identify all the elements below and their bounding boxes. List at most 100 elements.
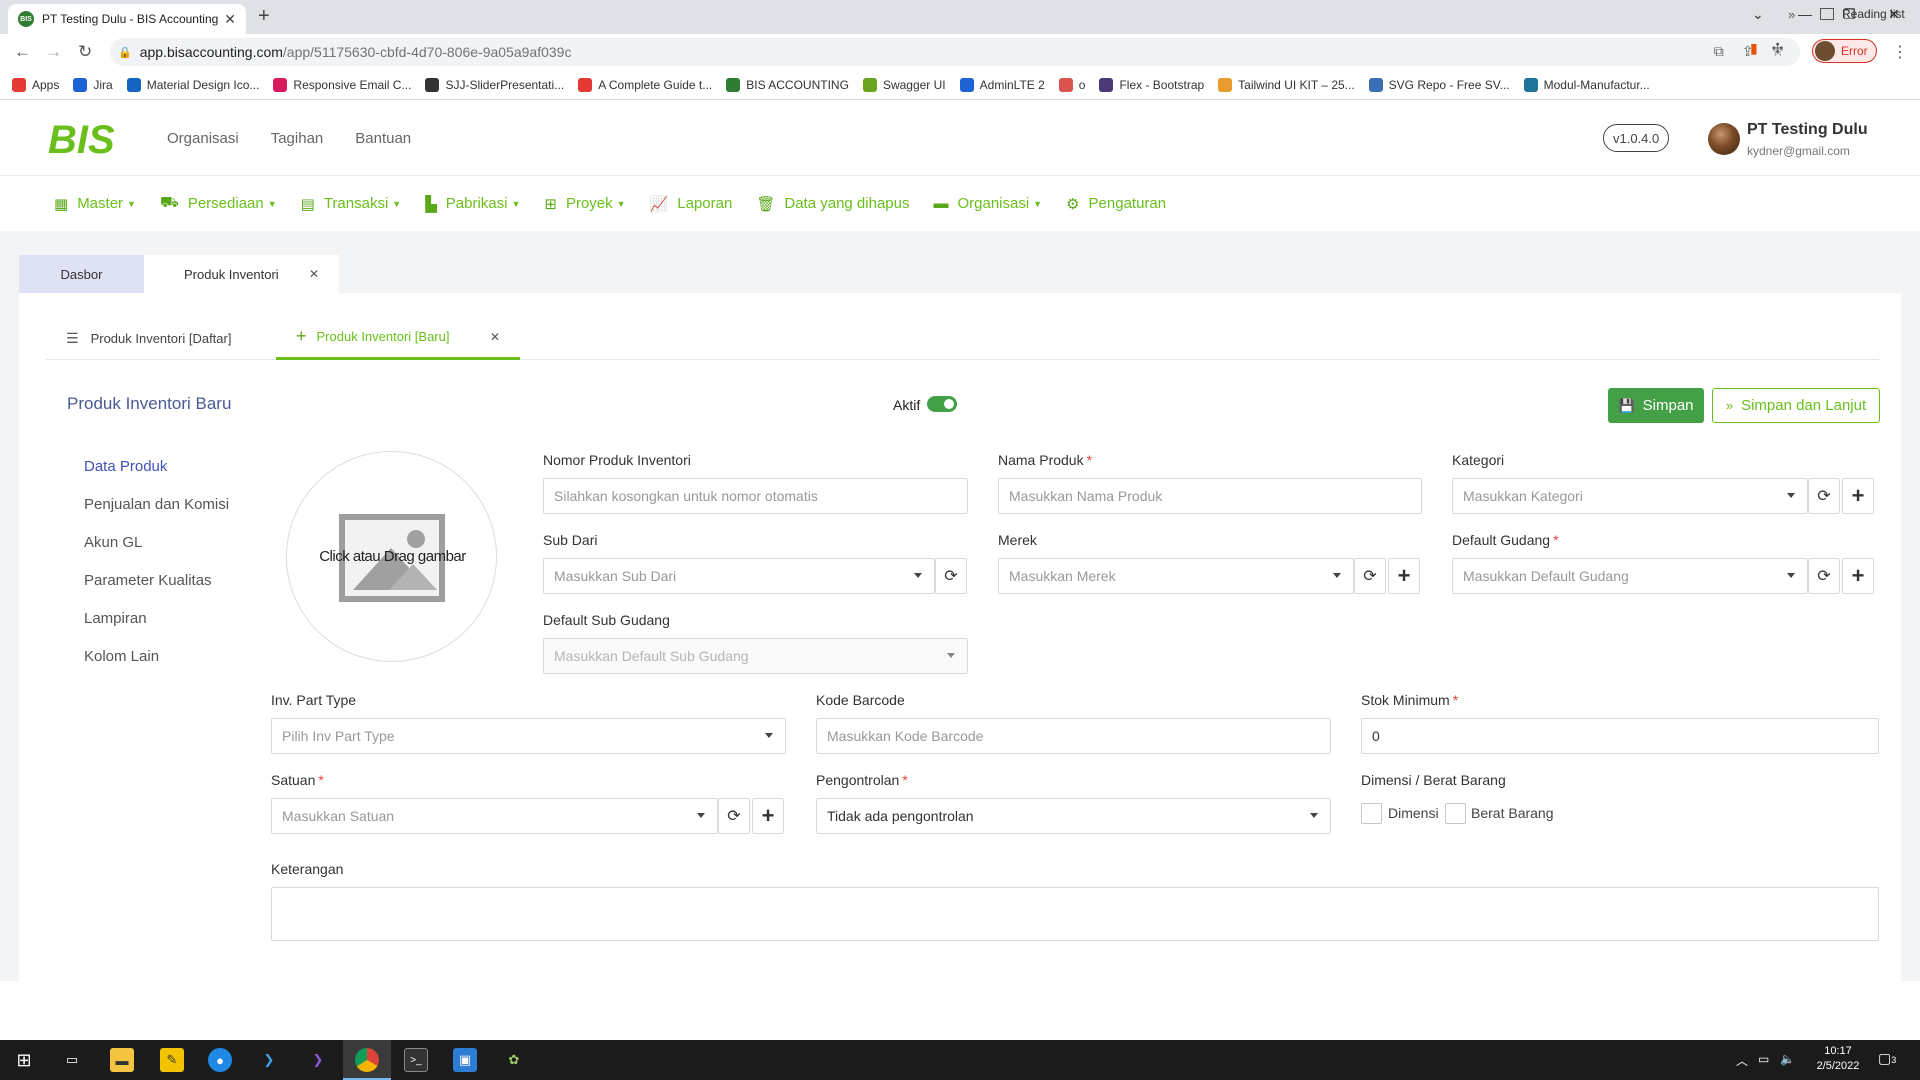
user-avatar[interactable] [1708, 123, 1740, 155]
subtab-baru[interactable]: + Produk Inventori [Baru] ✕ [276, 316, 520, 360]
menu-item-pabrikasi[interactable]: ▙ Pabrikasi ▼ [425, 195, 520, 213]
bookmark-item[interactable]: A Complete Guide t... [578, 77, 712, 92]
add-gudang-button[interactable]: + [1842, 558, 1874, 594]
tab-search-icon[interactable]: ⌄ [1752, 6, 1764, 23]
open-external-icon[interactable]: ⧉ [1714, 43, 1724, 60]
close-tab-produk-icon[interactable]: ✕ [309, 267, 319, 281]
notification-center[interactable]: ▢3 [1878, 1050, 1896, 1067]
add-satuan-button[interactable]: + [752, 798, 784, 834]
bookmark-item[interactable]: Swagger UI [862, 77, 946, 92]
refresh-sub-dari-button[interactable]: ⟳ [935, 558, 967, 594]
side-menu-kolom-lain[interactable]: Kolom Lain [84, 648, 159, 665]
reading-list-button[interactable]: Reading list [1820, 7, 1905, 21]
puzzle-icon[interactable]: ✣ [1772, 40, 1784, 57]
aktif-toggle[interactable] [927, 396, 957, 412]
add-kategori-button[interactable]: + [1842, 478, 1874, 514]
add-merek-button[interactable]: + [1388, 558, 1420, 594]
menu-item-transaksi[interactable]: ▤ Transaksi ▼ [301, 195, 402, 213]
subtab-daftar[interactable]: ☰ Produk Inventori [Daftar] [66, 316, 231, 360]
refresh-merek-button[interactable]: ⟳ [1354, 558, 1386, 594]
berat-barang-checkbox[interactable] [1445, 803, 1466, 824]
side-menu-akun-gl[interactable]: Akun GL [84, 534, 142, 551]
bookmark-item[interactable]: Material Design Ico... [126, 77, 259, 92]
kode-barcode-input[interactable]: Masukkan Kode Barcode [816, 718, 1331, 754]
menu-item-laporan[interactable]: 📈 Laporan [650, 195, 733, 213]
bookmark-item[interactable]: Modul-Manufactur... [1523, 77, 1650, 92]
menu-item-data-yang-dihapus[interactable]: 🗑 Data yang dihapus [756, 195, 909, 213]
side-menu-data-produk[interactable]: Data Produk [84, 458, 167, 475]
bookmark-item[interactable]: Responsive Email C... [273, 77, 411, 92]
bookmark-item[interactable]: Jira [73, 77, 113, 92]
vscode-icon[interactable]: ❯ [257, 1048, 281, 1072]
stok-minimum-input[interactable]: 0 [1361, 718, 1879, 754]
browser-tab[interactable]: BIS PT Testing Dulu - BIS Accounting ✕ [8, 4, 246, 34]
bookmark-item[interactable]: AdminLTE 2 [959, 77, 1045, 92]
side-menu-parameter-kualitas[interactable]: Parameter Kualitas [84, 572, 212, 589]
profile-button[interactable]: Error [1812, 39, 1877, 63]
tray-chevron-icon[interactable]: ︿ [1736, 1052, 1748, 1069]
reload-icon[interactable]: ↻ [78, 42, 92, 62]
nama-produk-input[interactable]: Masukkan Nama Produk [998, 478, 1422, 514]
side-menu-penjualan-dan-komisi[interactable]: Penjualan dan Komisi [84, 496, 229, 513]
keterangan-textarea[interactable] [271, 887, 1879, 941]
default-gudang-select[interactable]: Masukkan Default Gudang [1452, 558, 1808, 594]
app-icon-2[interactable]: ▣ [453, 1048, 477, 1072]
taskbar-clock[interactable]: 10:17 2/5/2022 [1808, 1044, 1868, 1074]
inv-part-type-select[interactable]: Pilih Inv Part Type [271, 718, 786, 754]
refresh-kategori-button[interactable]: ⟳ [1808, 478, 1840, 514]
bis-logo[interactable]: BIS [46, 117, 130, 159]
save-and-next-button[interactable]: » Simpan dan Lanjut [1712, 388, 1880, 423]
bookmark-item[interactable]: SJJ-SliderPresentati... [425, 77, 564, 92]
menu-item-master[interactable]: ▦ Master ▼ [54, 195, 136, 213]
menu-item-organisasi[interactable]: ▬ Organisasi ▼ [933, 195, 1042, 212]
menu-item-proyek[interactable]: ⊞ Proyek ▼ [544, 195, 625, 213]
chrome-icon[interactable] [355, 1048, 379, 1072]
browser-menu-icon[interactable]: ⋮ [1892, 42, 1908, 62]
kategori-select[interactable]: Masukkan Kategori [1452, 478, 1808, 514]
minimize-icon[interactable]: — [1798, 6, 1812, 22]
file-explorer-icon[interactable]: ▬ [110, 1048, 134, 1072]
task-view-icon[interactable]: ▭ [60, 1048, 84, 1072]
top-nav-organisasi[interactable]: Organisasi [167, 130, 239, 147]
save-button[interactable]: 💾 Simpan [1608, 388, 1704, 423]
app-icon-1[interactable]: ● [208, 1048, 232, 1072]
satuan-select[interactable]: Masukkan Satuan [271, 798, 718, 834]
sticky-notes-icon[interactable]: ✎ [160, 1048, 184, 1072]
refresh-gudang-button[interactable]: ⟳ [1808, 558, 1840, 594]
refresh-satuan-button[interactable]: ⟳ [718, 798, 750, 834]
network-icon[interactable]: ▭ [1758, 1052, 1769, 1066]
bookmark-item[interactable]: Apps [12, 77, 59, 92]
menu-item-persediaan[interactable]: ⛟ Persediaan ▼ [160, 194, 277, 213]
new-tab-icon[interactable]: + [258, 5, 270, 28]
windows-start-icon[interactable]: ⊞ [12, 1048, 36, 1072]
nomor-input[interactable]: Silahkan kosongkan untuk nomor otomatis [543, 478, 968, 514]
bookmark-item[interactable]: o [1058, 77, 1085, 92]
visual-studio-icon[interactable]: ❯ [306, 1048, 330, 1072]
merek-select[interactable]: Masukkan Merek [998, 558, 1354, 594]
default-sub-gudang-select[interactable]: Masukkan Default Sub Gudang [543, 638, 968, 674]
image-dropzone[interactable]: Click atau Drag gambar [286, 451, 497, 662]
extension-icon[interactable]: ▮ [1750, 40, 1758, 57]
top-nav-tagihan[interactable]: Tagihan [271, 130, 324, 147]
close-subtab-icon[interactable]: ✕ [490, 330, 500, 344]
close-tab-icon[interactable]: ✕ [224, 11, 236, 28]
forward-icon[interactable]: → [45, 42, 62, 62]
tab-dasbor[interactable]: Dasbor [19, 255, 144, 293]
side-menu-lampiran[interactable]: Lampiran [84, 610, 147, 627]
sub-dari-select[interactable]: Masukkan Sub Dari [543, 558, 935, 594]
app-icon-3[interactable]: ✿ [502, 1048, 526, 1072]
top-nav-bantuan[interactable]: Bantuan [355, 130, 411, 147]
bookmark-item[interactable]: SVG Repo - Free SV... [1368, 77, 1510, 92]
volume-icon[interactable]: 🔈 [1780, 1052, 1795, 1066]
bookmark-item[interactable]: Flex - Bootstrap [1099, 77, 1204, 92]
back-icon[interactable]: ← [14, 42, 31, 62]
pengontrolan-select[interactable]: Tidak ada pengontrolan [816, 798, 1331, 834]
dimensi-checkbox[interactable] [1361, 803, 1382, 824]
menu-item-pengaturan[interactable]: ⚙ Pengaturan [1066, 195, 1166, 213]
url-input[interactable]: 🔒 app.bisaccounting.com/app/51175630-cbf… [110, 38, 1800, 66]
terminal-icon[interactable]: >_ [404, 1048, 428, 1072]
bookmark-item[interactable]: Tailwind UI KIT – 25... [1218, 77, 1355, 92]
more-bookmarks-icon[interactable]: » [1788, 7, 1795, 22]
bookmark-item[interactable]: BIS ACCOUNTING [726, 77, 849, 92]
user-name[interactable]: PT Testing Dulu [1747, 121, 1868, 139]
